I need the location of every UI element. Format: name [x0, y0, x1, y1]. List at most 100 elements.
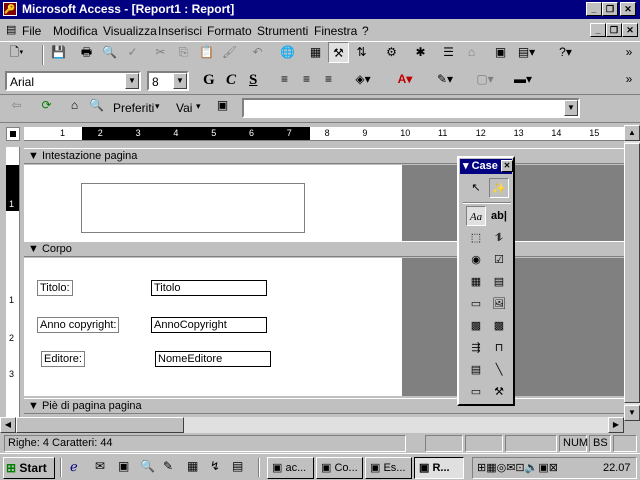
label-tool[interactable]: Aa	[466, 206, 486, 226]
doc-restore-button[interactable]: ❐	[606, 23, 622, 37]
unbound-object-frame-icon[interactable]: ▩	[466, 316, 486, 336]
field-list-icon[interactable]: ▦	[305, 42, 326, 63]
spelling-icon[interactable]: ✓	[122, 42, 143, 63]
image-icon[interactable]: 🖼	[489, 294, 509, 314]
refresh-icon[interactable]: ⟳	[36, 95, 57, 116]
border-width-icon[interactable]: ▢▾	[470, 69, 500, 90]
taskbar-task-es[interactable]: ▣ Es...	[365, 457, 412, 479]
help-icon[interactable]: ?▾	[555, 42, 576, 63]
taskbar-task-ac[interactable]: ▣ ac...	[267, 457, 314, 479]
cut-icon[interactable]: ✂	[150, 42, 171, 63]
menu-file[interactable]: File	[22, 24, 41, 38]
horizontal-scroll-thumb[interactable]	[16, 417, 184, 433]
build-icon[interactable]: ⌂	[461, 42, 482, 63]
rectangle-icon[interactable]: ▭	[466, 382, 486, 402]
textbox-titolo[interactable]: Titolo	[151, 280, 267, 296]
paste-icon[interactable]: 📋	[196, 42, 217, 63]
font-name-dropdown-icon[interactable]: ▼	[125, 73, 139, 89]
access-app-icon[interactable]: 🔑	[3, 2, 17, 16]
select-objects-icon[interactable]: ↖	[466, 178, 486, 198]
option-group-icon[interactable]: ⬚	[466, 228, 486, 248]
textbox-tool[interactable]: ab|	[489, 206, 509, 226]
option-button-icon[interactable]: ◉	[466, 250, 486, 270]
app-icon-2[interactable]: ↯	[210, 459, 220, 473]
line-icon[interactable]: ╲	[489, 360, 509, 380]
go-button[interactable]: Vai	[176, 101, 192, 115]
menu-visualizza[interactable]: Visualizza	[103, 24, 157, 38]
scroll-down-icon[interactable]: ▼	[624, 405, 640, 421]
toggle-button-icon[interactable]: ⥮	[489, 228, 509, 248]
align-left-icon[interactable]: ≡	[274, 69, 295, 90]
report-selector[interactable]	[6, 127, 20, 141]
line-color-icon[interactable]: ✎▾	[430, 69, 460, 90]
font-name-combo[interactable]: Arial ▼	[5, 71, 141, 91]
subform-icon[interactable]: ▤	[466, 360, 486, 380]
textbox-anno-copyright[interactable]: AnnoCopyright	[151, 317, 267, 333]
scroll-right-icon[interactable]: ▶	[608, 417, 624, 433]
properties-icon[interactable]: ☰	[438, 42, 459, 63]
header-empty-label[interactable]	[81, 183, 305, 233]
explorer-icon[interactable]: 🔍	[140, 459, 155, 473]
tray-icons[interactable]: ⊞▦◎✉⊡🔊▣⊠	[477, 461, 558, 474]
bound-object-frame-icon[interactable]: ▩	[489, 316, 509, 336]
doc-icon[interactable]: ▤	[6, 23, 16, 36]
page-header-area[interactable]	[24, 165, 402, 241]
print-icon[interactable]: 🖶	[76, 42, 97, 63]
favorites-button[interactable]: Preferiti	[113, 101, 154, 115]
align-right-icon[interactable]: ≡	[318, 69, 339, 90]
ie-icon[interactable]: ℯ	[70, 459, 78, 475]
vertical-ruler[interactable]: 1 2 1 2 3	[6, 147, 20, 425]
font-size-dropdown-icon[interactable]: ▼	[173, 73, 187, 89]
sorting-grouping-icon[interactable]: ⇅	[351, 42, 372, 63]
view-icon[interactable]: 🗋▾	[6, 42, 27, 63]
code-icon[interactable]: ✱	[410, 42, 431, 63]
toolbar2-overflow-icon[interactable]: »	[622, 69, 636, 90]
label-titolo[interactable]: Titolo:	[37, 280, 73, 296]
outlook-icon[interactable]: ✉	[95, 459, 105, 473]
minimize-button[interactable]: _	[586, 2, 602, 16]
scroll-left-icon[interactable]: ◀	[0, 417, 16, 433]
back-icon[interactable]: ⇦	[6, 95, 27, 116]
format-painter-icon[interactable]: 🖌	[219, 42, 240, 63]
hyperlink-icon[interactable]: 🌐	[277, 42, 298, 63]
vertical-scroll-thumb[interactable]	[624, 143, 640, 403]
toolbox-close-button[interactable]: ✕	[501, 160, 513, 172]
new-object-icon[interactable]: ▤▾	[516, 42, 537, 63]
go-dropdown-icon[interactable]: ▾	[196, 101, 201, 112]
save-icon[interactable]: 💾	[48, 42, 69, 63]
clock[interactable]: 22.07	[603, 462, 631, 474]
address-combo[interactable]: ▼	[242, 98, 580, 118]
fill-color-icon[interactable]: ◈▾	[348, 69, 378, 90]
font-color-icon[interactable]: A▾	[390, 69, 420, 90]
taskbar-task-report[interactable]: ▣ R...	[414, 457, 464, 479]
taskbar-task-co[interactable]: ▣ Co...	[316, 457, 363, 479]
favorites-dropdown-icon[interactable]: ▾	[155, 101, 160, 112]
toolbar-overflow-icon[interactable]: »	[622, 42, 636, 63]
italic-button[interactable]: C	[226, 72, 236, 89]
page-header-bar[interactable]: ▼ Intestazione pagina	[24, 148, 624, 164]
start-button[interactable]: ⊞ Start	[3, 457, 55, 479]
print-preview-icon[interactable]: 🔍	[99, 42, 120, 63]
scroll-up-icon[interactable]: ▲	[624, 125, 640, 141]
menu-strumenti[interactable]: Strumenti	[257, 24, 308, 38]
menu-formato[interactable]: Formato	[207, 24, 252, 38]
combo-box-icon[interactable]: ▦	[466, 272, 486, 292]
more-controls-icon[interactable]: ⚒	[489, 382, 509, 402]
autoformat-icon[interactable]: ⚙	[381, 42, 402, 63]
vertical-scrollbar[interactable]: ▲ ▼	[624, 125, 640, 421]
detail-area[interactable]: Titolo: Titolo Anno copyright: AnnoCopyr…	[24, 258, 402, 396]
menu-finestra[interactable]: Finestra	[314, 24, 357, 38]
menu-help[interactable]: ?	[362, 24, 369, 38]
home-icon[interactable]: ⌂	[64, 95, 85, 116]
special-effect-icon[interactable]: ▬▾	[508, 69, 538, 90]
font-size-combo[interactable]: 8 ▼	[147, 71, 189, 91]
menu-modifica[interactable]: Modifica	[53, 24, 98, 38]
tab-control-icon[interactable]: ⊓	[489, 338, 509, 358]
doc-close-button[interactable]: ✕	[622, 23, 638, 37]
bold-button[interactable]: G	[203, 72, 215, 89]
address-dropdown-icon[interactable]: ▼	[564, 100, 578, 116]
command-button-icon[interactable]: ▭	[466, 294, 486, 314]
menu-inserisci[interactable]: Inserisci	[158, 24, 202, 38]
page-break-icon[interactable]: ⇶	[466, 338, 486, 358]
doc-minimize-button[interactable]: _	[590, 23, 606, 37]
